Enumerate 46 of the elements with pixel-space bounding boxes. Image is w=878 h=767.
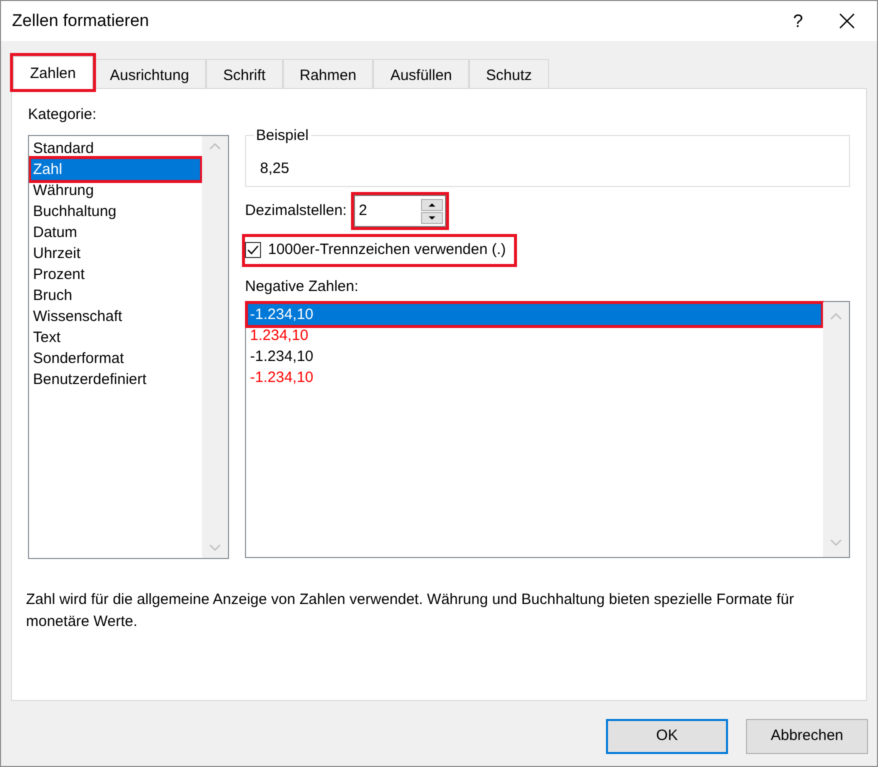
window-title: Zellen formatieren [12,10,150,32]
decimals-label: Dezimalstellen: [245,200,347,221]
dialog-button[interactable]: Abbrechen [746,719,868,754]
category-item[interactable]: Benutzerdefiniert [31,368,200,390]
category-item[interactable]: Datum [31,222,200,242]
category-item[interactable]: Text [31,326,200,348]
spin-up-icon[interactable] [420,198,443,210]
scrollbar[interactable] [823,302,849,557]
negative-format-item[interactable]: 1.234,10 [248,325,821,346]
scroll-down-icon[interactable] [209,544,221,552]
separator-label: 1000er-Trennzeichen verwenden (.) [268,240,506,260]
sample-value: 8,25 [260,160,290,177]
scroll-down-icon[interactable] [830,539,842,547]
checkbox[interactable] [245,242,261,258]
scroll-up-icon[interactable] [209,142,221,150]
dialog-button[interactable]: OK [606,719,728,754]
tab[interactable]: Ausfüllen [373,59,470,89]
category-item[interactable]: Prozent [31,264,200,284]
separator-checkbox-row[interactable]: 1000er-Trennzeichen verwenden (.) [245,237,514,264]
category-item[interactable]: Uhrzeit [31,242,200,264]
tab[interactable]: Zahlen [13,56,93,89]
negative-list[interactable]: -1.234,10 1.234,10 -1.234,10 -1.234,10 [245,301,850,558]
decimals-value: 2 [358,200,368,221]
help-button[interactable]: ? [775,8,821,34]
scrollbar[interactable] [202,136,228,558]
negative-format-item[interactable]: -1.234,10 [248,346,821,367]
negative-format-item[interactable]: -1.234,10 [248,367,821,388]
negative-format-item[interactable]: -1.234,10 [248,304,821,325]
decimals-spin-field[interactable]: 2 [354,195,446,227]
category-list[interactable]: Standard Zahl Währung Buchhaltung Datum Uhrzeit Prozent Bruch Wissenschaft Text Sonderformat Benutzerdefiniert [28,134,229,558]
category-item[interactable]: Zahl [31,158,200,180]
description-text: Zahl wird für die allgemeine Anzeige von Zahlen verwendet. Währung und Buchhaltung bieten spezielle Formate für monetäre Werte. [26,590,795,632]
category-label: Kategorie: [28,105,98,125]
category-item[interactable]: Sonderformat [31,348,200,368]
category-item[interactable]: Wissenschaft [31,306,200,326]
scroll-up-icon[interactable] [830,312,842,320]
tab[interactable]: Schutz [469,59,549,89]
spin-down-icon[interactable] [420,212,443,224]
tab[interactable]: Rahmen [282,59,374,89]
close-icon[interactable] [839,13,855,29]
negative-label: Negative Zahlen: [245,276,360,296]
category-item[interactable]: Währung [31,180,200,200]
category-item[interactable]: Standard [31,138,200,158]
tab[interactable]: Schrift [206,59,283,89]
category-item[interactable]: Buchhaltung [31,200,200,222]
category-item[interactable]: Bruch [31,284,200,306]
